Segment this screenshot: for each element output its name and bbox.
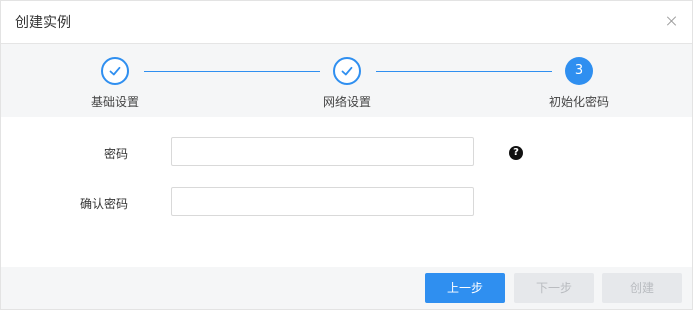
step-label-basic: 基础设置 bbox=[90, 95, 140, 109]
close-icon[interactable] bbox=[664, 13, 680, 29]
check-icon bbox=[341, 66, 353, 76]
step-label-password: 初始化密码 bbox=[548, 95, 610, 109]
create-button[interactable]: 创建 bbox=[602, 273, 682, 303]
step-1-check-circle bbox=[101, 57, 129, 85]
password-input[interactable] bbox=[171, 137, 474, 166]
confirm-password-input[interactable] bbox=[171, 187, 474, 216]
step-3-number-circle: 3 bbox=[565, 57, 593, 85]
next-step-button[interactable]: 下一步 bbox=[514, 273, 594, 303]
step-label-network: 网络设置 bbox=[322, 95, 372, 109]
create-instance-dialog: 创建实例 基础设置 网络设置 3 初始化密码 密码 ? 确认密码 上一步 下一步… bbox=[0, 0, 693, 310]
step-connector-1 bbox=[144, 71, 320, 72]
step-connector-2 bbox=[376, 71, 552, 72]
dialog-title: 创建实例 bbox=[15, 15, 71, 31]
step-2-check-circle bbox=[333, 57, 361, 85]
dialog-header: 创建实例 bbox=[1, 1, 692, 44]
password-label: 密码 bbox=[103, 147, 128, 161]
step-indicator: 基础设置 网络设置 3 初始化密码 bbox=[1, 44, 692, 117]
check-icon bbox=[109, 66, 121, 76]
previous-step-button[interactable]: 上一步 bbox=[425, 273, 505, 303]
question-circle-icon[interactable]: ? bbox=[509, 146, 523, 160]
confirm-password-label: 确认密码 bbox=[79, 197, 128, 211]
